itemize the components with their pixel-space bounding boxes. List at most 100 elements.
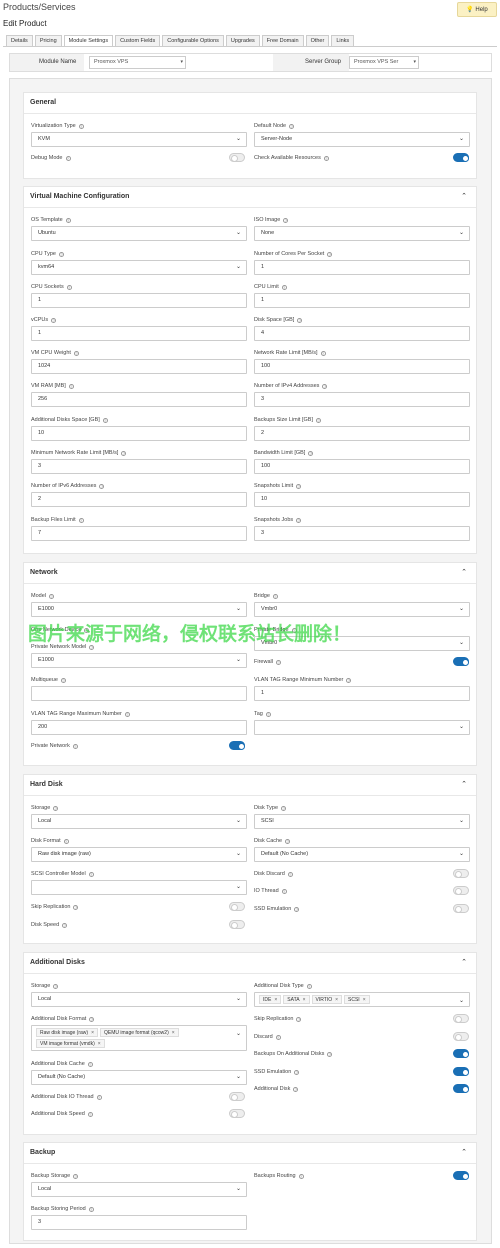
- model-select[interactable]: E1000 ⌄: [31, 602, 247, 617]
- help-question-icon[interactable]: ?: [124, 711, 130, 717]
- storage-select[interactable]: Local ⌄: [31, 814, 247, 829]
- add-disk-space-input[interactable]: 10: [31, 426, 247, 441]
- help-question-icon[interactable]: ?: [327, 251, 333, 257]
- bandwidth-input[interactable]: 100: [254, 459, 470, 474]
- help-question-icon[interactable]: ?: [73, 350, 79, 356]
- cpu-limit-input[interactable]: 1: [254, 293, 470, 308]
- backups-size-input[interactable]: 2: [254, 426, 470, 441]
- section-header[interactable]: Hard Disk ⌃: [24, 775, 476, 796]
- module-name-select[interactable]: Proxmox VPS ▾: [89, 56, 186, 69]
- help-question-icon[interactable]: ?: [88, 871, 94, 877]
- virtualization-type-select[interactable]: KVM ⌄: [31, 132, 247, 147]
- tag-select[interactable]: ⌄: [254, 720, 470, 735]
- help-question-icon[interactable]: ?: [298, 1173, 304, 1179]
- storage-select[interactable]: Local ⌄: [31, 992, 247, 1007]
- routing-toggle[interactable]: [453, 1171, 469, 1180]
- help-question-icon[interactable]: ?: [62, 922, 68, 928]
- help-question-icon[interactable]: ?: [297, 317, 303, 323]
- storage-select[interactable]: Local ⌄: [31, 1182, 247, 1197]
- os-template-select[interactable]: Ubuntu ⌄: [31, 226, 247, 241]
- help-question-icon[interactable]: ?: [121, 450, 127, 456]
- help-question-icon[interactable]: ?: [72, 743, 78, 749]
- disk-discard-toggle[interactable]: [453, 869, 469, 878]
- default-node-select[interactable]: Server-Node ⌄: [254, 132, 470, 147]
- section-header[interactable]: Additional Disks ⌃: [24, 953, 476, 974]
- help-question-icon[interactable]: ?: [63, 838, 69, 844]
- vm-ram-input[interactable]: 256: [31, 392, 247, 407]
- firewall-toggle[interactable]: [453, 657, 469, 666]
- chevron-up-icon[interactable]: ⌃: [461, 958, 467, 966]
- tab-links[interactable]: Links: [331, 35, 355, 46]
- help-question-icon[interactable]: ?: [73, 904, 79, 910]
- remove-icon[interactable]: ×: [363, 997, 366, 1003]
- vlan-max-input[interactable]: 200: [31, 720, 247, 735]
- chevron-up-icon[interactable]: ⌃: [461, 568, 467, 576]
- ipv4-input[interactable]: 3: [254, 392, 470, 407]
- help-question-icon[interactable]: ?: [296, 483, 302, 489]
- private-model-select[interactable]: E1000 ⌄: [31, 653, 247, 668]
- help-question-icon[interactable]: ?: [65, 155, 71, 161]
- scsi-model-select[interactable]: ⌄: [31, 880, 247, 895]
- help-question-icon[interactable]: ?: [87, 1061, 93, 1067]
- disk-cache-select[interactable]: Default (No Cache) ⌄: [254, 847, 470, 862]
- vm-cpu-weight-input[interactable]: 1024: [31, 359, 247, 374]
- help-question-icon[interactable]: ?: [265, 711, 271, 717]
- help-button[interactable]: 💡 Help: [457, 2, 497, 17]
- tab-configurable-options[interactable]: Configurable Options: [162, 35, 224, 46]
- io-thread-toggle[interactable]: [453, 886, 469, 895]
- debug-mode-toggle[interactable]: [229, 153, 245, 162]
- help-question-icon[interactable]: ?: [346, 677, 352, 683]
- help-question-icon[interactable]: ?: [320, 350, 326, 356]
- min-net-rate-input[interactable]: 3: [31, 459, 247, 474]
- tab-free-domain[interactable]: Free Domain: [261, 35, 304, 46]
- chevron-up-icon[interactable]: ⌃: [461, 192, 467, 200]
- help-question-icon[interactable]: ?: [322, 383, 328, 389]
- backups-on-toggle[interactable]: [453, 1049, 469, 1058]
- server-group-select[interactable]: Proxmox VPS Ser ▾: [349, 56, 419, 69]
- section-header[interactable]: Virtual Machine Configuration ⌃: [24, 187, 476, 208]
- help-question-icon[interactable]: ?: [287, 871, 293, 877]
- help-question-icon[interactable]: ?: [281, 284, 287, 290]
- remove-icon[interactable]: ×: [335, 997, 338, 1003]
- help-question-icon[interactable]: ?: [289, 123, 295, 129]
- private-network-toggle[interactable]: [229, 741, 245, 750]
- tab-upgrades[interactable]: Upgrades: [225, 35, 260, 46]
- help-question-icon[interactable]: ?: [73, 1173, 79, 1179]
- tab-other[interactable]: Other: [305, 35, 330, 46]
- help-question-icon[interactable]: ?: [294, 906, 300, 912]
- snapshots-jobs-input[interactable]: 3: [254, 526, 470, 541]
- skip-replication-toggle[interactable]: [453, 1014, 469, 1023]
- help-question-icon[interactable]: ?: [96, 1094, 102, 1100]
- bridge-select[interactable]: Vmbr0 ⌄: [254, 602, 470, 617]
- tab-custom-fields[interactable]: Custom Fields: [115, 35, 161, 46]
- io-thread-toggle[interactable]: [229, 1092, 245, 1101]
- vcpus-input[interactable]: 1: [31, 326, 247, 341]
- ssd-emulation-toggle[interactable]: [453, 1067, 469, 1076]
- net-rate-limit-input[interactable]: 100: [254, 359, 470, 374]
- skip-replication-toggle[interactable]: [229, 902, 245, 911]
- disk-format-multiselect[interactable]: Raw disk image (raw) × QEMU image format (…: [31, 1025, 247, 1051]
- remove-icon[interactable]: ×: [274, 997, 277, 1003]
- help-question-icon[interactable]: ?: [48, 593, 54, 599]
- disk-speed-toggle[interactable]: [229, 920, 245, 929]
- remove-icon[interactable]: ×: [303, 997, 306, 1003]
- cpu-sockets-input[interactable]: 1: [31, 293, 247, 308]
- help-question-icon[interactable]: ?: [65, 217, 71, 223]
- vlan-min-input[interactable]: 1: [254, 686, 470, 701]
- section-header[interactable]: Network ⌃: [24, 563, 476, 584]
- chevron-up-icon[interactable]: ⌃: [461, 780, 467, 788]
- disk-space-input[interactable]: 4: [254, 326, 470, 341]
- help-question-icon[interactable]: ?: [323, 155, 329, 161]
- cores-input[interactable]: 1: [254, 260, 470, 275]
- cpu-type-select[interactable]: kvm64 ⌄: [31, 260, 247, 275]
- help-question-icon[interactable]: ?: [68, 383, 74, 389]
- help-question-icon[interactable]: ?: [87, 1111, 93, 1117]
- help-question-icon[interactable]: ?: [60, 677, 66, 683]
- help-question-icon[interactable]: ?: [102, 417, 108, 423]
- help-question-icon[interactable]: ?: [272, 593, 278, 599]
- help-question-icon[interactable]: ?: [275, 1034, 281, 1040]
- help-question-icon[interactable]: ?: [58, 251, 64, 257]
- chevron-up-icon[interactable]: ⌃: [461, 1148, 467, 1156]
- remove-icon[interactable]: ×: [172, 1030, 175, 1036]
- snapshots-limit-input[interactable]: 10: [254, 492, 470, 507]
